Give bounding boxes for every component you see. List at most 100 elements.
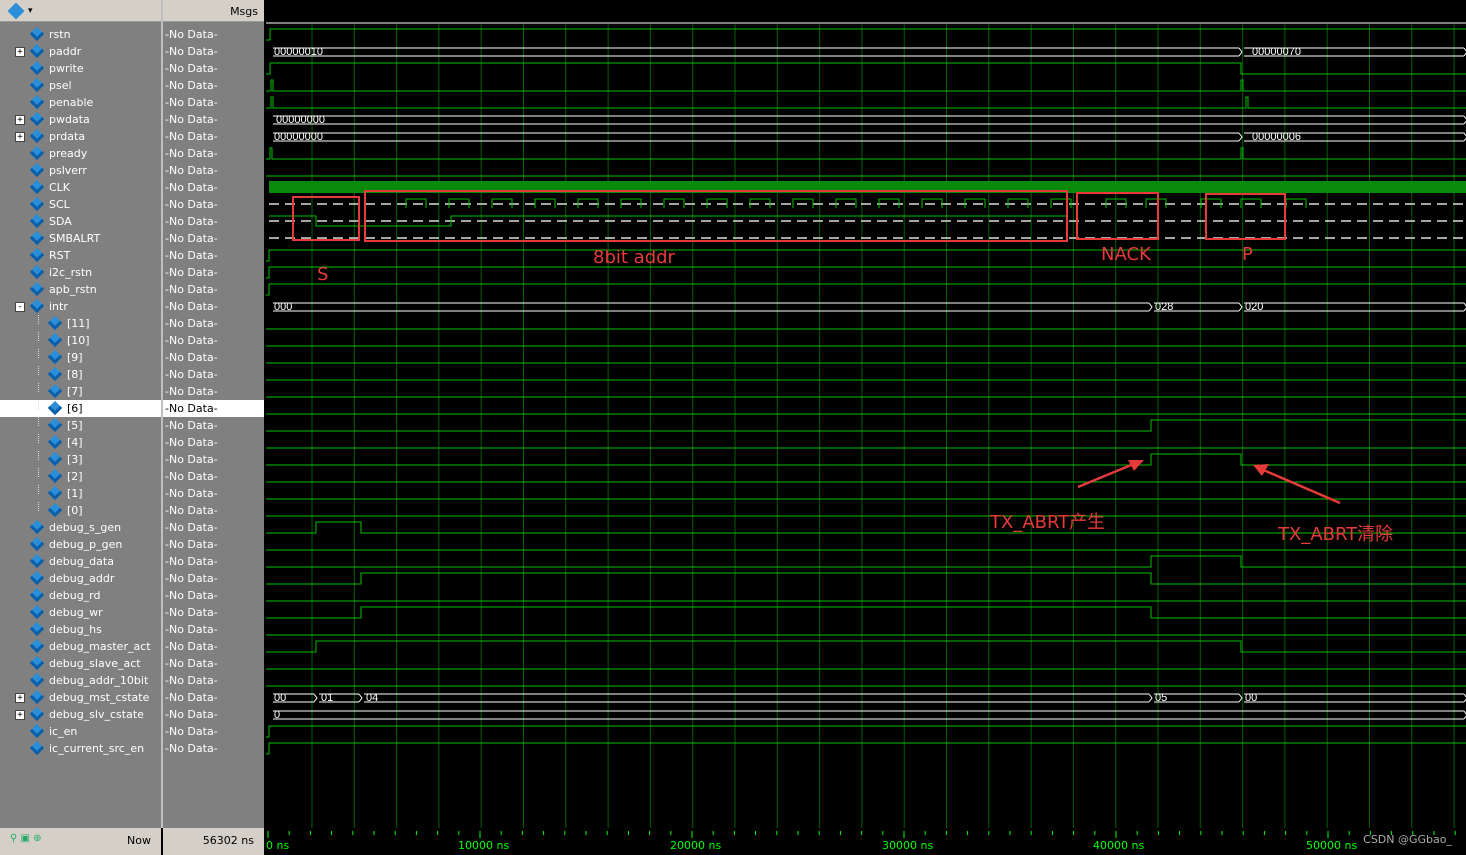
signal-row[interactable]: pslverr	[0, 162, 161, 179]
signal-row[interactable]: debug_master_act	[0, 638, 161, 655]
signal-row[interactable]: + paddr	[0, 43, 161, 60]
value-row[interactable]: -No Data-	[163, 468, 264, 485]
signal-row[interactable]: + debug_slv_cstate	[0, 706, 161, 723]
value-row[interactable]: -No Data-	[163, 43, 264, 60]
value-row[interactable]: -No Data-	[163, 77, 264, 94]
signal-row[interactable]: debug_wr	[0, 604, 161, 621]
value-row[interactable]: -No Data-	[163, 349, 264, 366]
value-row[interactable]: -No Data-	[163, 621, 264, 638]
signal-row[interactable]: rstn	[0, 26, 161, 43]
signal-row[interactable]: debug_p_gen	[0, 536, 161, 553]
expand-icon[interactable]: +	[15, 693, 25, 703]
signal-row[interactable]: + debug_mst_cstate	[0, 689, 161, 706]
value-row[interactable]: -No Data-	[163, 230, 264, 247]
signal-row[interactable]: debug_addr_10bit	[0, 672, 161, 689]
signal-row[interactable]: psel	[0, 77, 161, 94]
value-row[interactable]: -No Data-	[163, 638, 264, 655]
expand-icon[interactable]: +	[15, 710, 25, 720]
value-row[interactable]: -No Data-	[163, 179, 264, 196]
signal-row[interactable]: debug_hs	[0, 621, 161, 638]
signal-row[interactable]: + pwdata	[0, 111, 161, 128]
signal-row[interactable]: ic_current_src_en	[0, 740, 161, 757]
value-row[interactable]: -No Data-	[163, 298, 264, 315]
value-row[interactable]: -No Data-	[163, 128, 264, 145]
signal-icon	[47, 332, 63, 348]
value-row[interactable]: -No Data-	[163, 196, 264, 213]
expand-icon[interactable]: +	[15, 115, 25, 125]
value-row[interactable]: -No Data-	[163, 536, 264, 553]
wave-toolbar-icon[interactable]	[7, 2, 25, 20]
value-row[interactable]: -No Data-	[163, 502, 264, 519]
value-row[interactable]: -No Data-	[163, 604, 264, 621]
value-row[interactable]: -No Data-	[163, 740, 264, 757]
value-row[interactable]: -No Data-	[163, 264, 264, 281]
signal-row[interactable]: + prdata	[0, 128, 161, 145]
value-row[interactable]: -No Data-	[163, 383, 264, 400]
value-row[interactable]: -No Data-	[163, 570, 264, 587]
signal-row[interactable]: - intr	[0, 298, 161, 315]
value-row[interactable]: -No Data-	[163, 111, 264, 128]
expand-icon[interactable]: +	[15, 132, 25, 142]
signal-row[interactable]: [7]	[0, 383, 161, 400]
value-row[interactable]: -No Data-	[163, 553, 264, 570]
waveform-pane[interactable]: 00000010 00000070 00000000 00000000 00000006…	[266, 0, 1466, 828]
value-row[interactable]: -No Data-	[163, 162, 264, 179]
value-row[interactable]: -No Data-	[163, 451, 264, 468]
value-row[interactable]: -No Data-	[163, 417, 264, 434]
signal-row[interactable]: debug_slave_act	[0, 655, 161, 672]
chevron-down-icon[interactable]: ▾	[28, 6, 33, 16]
signal-row[interactable]: pwrite	[0, 60, 161, 77]
value-row[interactable]: -No Data-	[163, 434, 264, 451]
collapse-icon[interactable]: -	[15, 302, 25, 312]
expand-icon[interactable]: +	[15, 47, 25, 57]
signal-row[interactable]: [9]	[0, 349, 161, 366]
value-row[interactable]: -No Data-	[163, 315, 264, 332]
value-row[interactable]: -No Data-	[163, 281, 264, 298]
signal-row[interactable]: [1]	[0, 485, 161, 502]
value-row[interactable]: -No Data-	[163, 366, 264, 383]
signal-row[interactable]: [2]	[0, 468, 161, 485]
waveform-canvas[interactable]	[266, 0, 1466, 828]
value-row[interactable]: -No Data-	[163, 723, 264, 740]
signal-row[interactable]: [0]	[0, 502, 161, 519]
value-row[interactable]: -No Data-	[163, 672, 264, 689]
value-row[interactable]: -No Data-	[163, 247, 264, 264]
signal-row[interactable]: debug_rd	[0, 587, 161, 604]
signal-row[interactable]: [8]	[0, 366, 161, 383]
signal-row[interactable]: debug_s_gen	[0, 519, 161, 536]
value-row[interactable]: -No Data-	[163, 60, 264, 77]
timeline-ruler[interactable]: 0 ns 10000 ns 20000 ns 30000 ns 40000 ns 5000…	[266, 828, 1466, 855]
value-row[interactable]: -No Data-	[163, 655, 264, 672]
value-row[interactable]: -No Data-	[163, 587, 264, 604]
value-row[interactable]: -No Data-	[163, 145, 264, 162]
signal-row[interactable]: debug_addr	[0, 570, 161, 587]
signal-row[interactable]: [3]	[0, 451, 161, 468]
signal-row[interactable]: RST	[0, 247, 161, 264]
value-row[interactable]: -No Data-	[163, 332, 264, 349]
value-row[interactable]: -No Data-	[163, 689, 264, 706]
value-row[interactable]: -No Data-	[163, 213, 264, 230]
signal-row[interactable]: pready	[0, 145, 161, 162]
signal-row[interactable]: apb_rstn	[0, 281, 161, 298]
signal-row[interactable]: CLK	[0, 179, 161, 196]
value-row[interactable]: -No Data-	[163, 94, 264, 111]
signal-row[interactable]: SMBALRT	[0, 230, 161, 247]
value-row[interactable]: -No Data-	[163, 706, 264, 723]
signal-row[interactable]: debug_data	[0, 553, 161, 570]
signal-row[interactable]: [10]	[0, 332, 161, 349]
value-row[interactable]: -No Data-	[163, 519, 264, 536]
signal-row[interactable]: penable	[0, 94, 161, 111]
signal-row[interactable]: [4]	[0, 434, 161, 451]
toolbar-icons[interactable]: ⚲ ▣ ⊕	[10, 833, 42, 844]
signal-row[interactable]: [5]	[0, 417, 161, 434]
signal-row[interactable]: [11]	[0, 315, 161, 332]
signal-row[interactable]: [6]	[0, 400, 161, 417]
value-row[interactable]: -No Data-	[163, 400, 264, 417]
value-row[interactable]: -No Data-	[163, 485, 264, 502]
signal-row[interactable]: SCL	[0, 196, 161, 213]
signal-row[interactable]: ic_en	[0, 723, 161, 740]
signal-row[interactable]: i2c_rstn	[0, 264, 161, 281]
signal-icon	[29, 570, 45, 586]
signal-row[interactable]: SDA	[0, 213, 161, 230]
value-row[interactable]: -No Data-	[163, 26, 264, 43]
